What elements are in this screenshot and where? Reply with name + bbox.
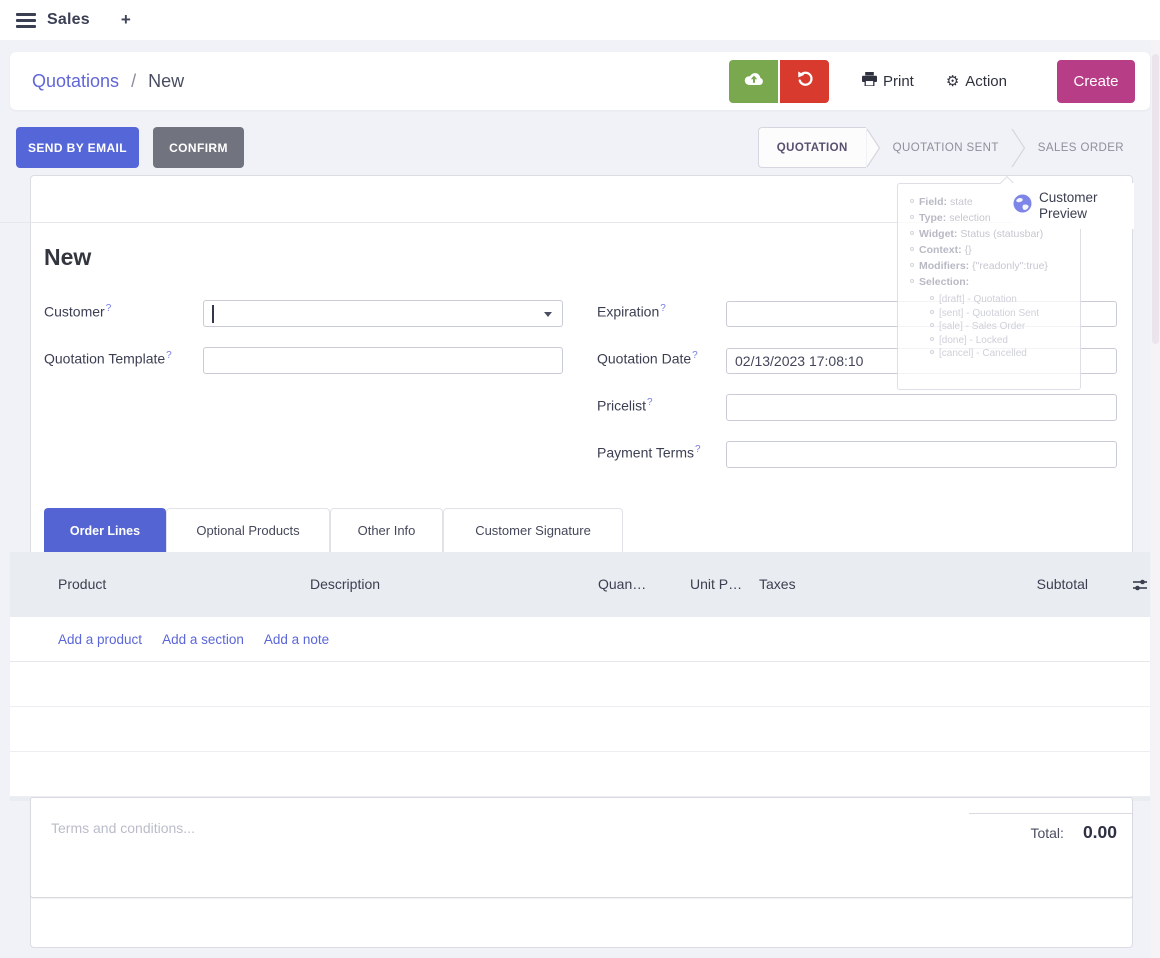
undo-icon <box>796 70 814 93</box>
printer-icon <box>862 72 877 90</box>
terms-and-total-section: Terms and conditions... Total: 0.00 <box>30 797 1133 898</box>
print-label: Print <box>883 73 914 90</box>
discard-changes-button[interactable] <box>780 60 829 103</box>
vertical-scrollbar[interactable] <box>1151 40 1160 958</box>
column-header-product[interactable]: Product <box>58 576 106 592</box>
help-question-icon: ? <box>166 350 172 361</box>
column-header-taxes[interactable]: Taxes <box>759 576 796 592</box>
add-a-section-link[interactable]: Add a section <box>162 632 244 647</box>
send-by-email-button[interactable]: SEND BY EMAIL <box>16 127 139 168</box>
confirm-button[interactable]: CONFIRM <box>153 127 244 168</box>
dropdown-caret-icon[interactable] <box>544 312 552 317</box>
customer-input[interactable] <box>203 300 563 327</box>
quotation-date-field-label: Quotation Date? <box>597 350 698 367</box>
create-button[interactable]: Create <box>1057 60 1135 103</box>
order-lines-add-row: Add a product Add a section Add a note <box>10 617 1150 662</box>
customer-preview-label: Customer Preview <box>1039 190 1103 221</box>
customer-preview-button[interactable]: Customer Preview <box>1013 183 1134 229</box>
breadcrumb-quotations-link[interactable]: Quotations <box>32 71 119 91</box>
chevron-right-icon <box>1011 128 1026 168</box>
order-lines-header: Product Description Quan… Unit P… Taxes … <box>10 552 1150 617</box>
breadcrumb-current: New <box>148 71 184 91</box>
help-question-icon: ? <box>647 397 653 408</box>
action-label: Action <box>965 73 1007 90</box>
tab-optional-products[interactable]: Optional Products <box>166 508 330 552</box>
payment-terms-input[interactable] <box>726 441 1117 468</box>
expiration-field-label: Expiration? <box>597 303 666 320</box>
chevron-right-icon <box>866 128 881 168</box>
payment-terms-field-label: Payment Terms? <box>597 444 701 461</box>
help-question-icon: ? <box>692 350 698 361</box>
text-cursor <box>212 305 214 323</box>
total-value: 0.00 <box>1083 822 1117 843</box>
quotation-template-field-label: Quotation Template? <box>44 350 172 367</box>
app-name[interactable]: Sales <box>47 11 90 29</box>
help-question-icon: ? <box>106 303 112 314</box>
pricelist-input[interactable] <box>726 394 1117 421</box>
add-a-product-link[interactable]: Add a product <box>58 632 142 647</box>
tab-customer-signature[interactable]: Customer Signature <box>443 508 623 552</box>
total-label: Total: <box>1030 825 1063 841</box>
empty-table-row <box>10 662 1150 707</box>
scrollbar-thumb[interactable] <box>1152 54 1159 344</box>
empty-table-row <box>10 707 1150 752</box>
pricelist-field-label: Pricelist? <box>597 397 653 414</box>
tab-order-lines[interactable]: Order Lines <box>44 508 166 552</box>
empty-table-row <box>10 752 1150 797</box>
total-row: Total: 0.00 <box>1030 822 1117 843</box>
terms-textarea[interactable]: Terms and conditions... <box>51 820 195 836</box>
breadcrumb: Quotations / New <box>32 71 184 92</box>
breadcrumb-separator: / <box>131 71 136 91</box>
statusbar-step-quotation-sent[interactable]: QUOTATION SENT <box>881 142 1011 154</box>
add-tab-icon[interactable]: + <box>121 10 131 30</box>
column-header-unit-price[interactable]: Unit P… <box>690 576 742 592</box>
cloud-upload-icon <box>744 71 764 91</box>
action-menu-button[interactable]: ⚙ Action <box>946 73 1007 90</box>
order-lines-table: Product Description Quan… Unit P… Taxes … <box>10 552 1150 801</box>
optional-columns-icon[interactable] <box>1133 578 1147 596</box>
quotation-template-input[interactable] <box>203 347 563 374</box>
statusbar-step-sales-order[interactable]: SALES ORDER <box>1026 142 1136 154</box>
customer-field-label: Customer? <box>44 303 111 320</box>
tab-other-info[interactable]: Other Info <box>330 508 443 552</box>
statusbar-step-quotation[interactable]: QUOTATION <box>758 127 866 168</box>
control-panel: Quotations / New <box>10 52 1150 110</box>
sales-quotation-page: Sales + Quotations / New <box>0 0 1160 958</box>
gear-icon: ⚙ <box>946 74 959 89</box>
hamburger-menu-icon[interactable] <box>16 13 36 28</box>
tooltip-selection-list: [draft] - Quotation [sent] - Quotation S… <box>930 293 1074 361</box>
help-question-icon: ? <box>695 444 701 455</box>
column-header-description[interactable]: Description <box>310 576 380 592</box>
header-actions: Print ⚙ Action Create <box>729 60 1135 103</box>
column-header-quantity[interactable]: Quan… <box>598 576 646 592</box>
column-header-subtotal[interactable]: Subtotal <box>1037 576 1088 592</box>
print-button[interactable]: Print <box>862 72 914 90</box>
record-title: New <box>44 244 91 271</box>
help-question-icon: ? <box>660 303 666 314</box>
total-divider <box>969 813 1132 814</box>
save-record-button[interactable] <box>729 60 778 103</box>
statusbar: QUOTATION QUOTATION SENT SALES ORDER <box>758 127 1136 168</box>
top-nav-bar: Sales + <box>0 0 1160 40</box>
add-a-note-link[interactable]: Add a note <box>264 632 329 647</box>
globe-icon <box>1013 194 1032 218</box>
